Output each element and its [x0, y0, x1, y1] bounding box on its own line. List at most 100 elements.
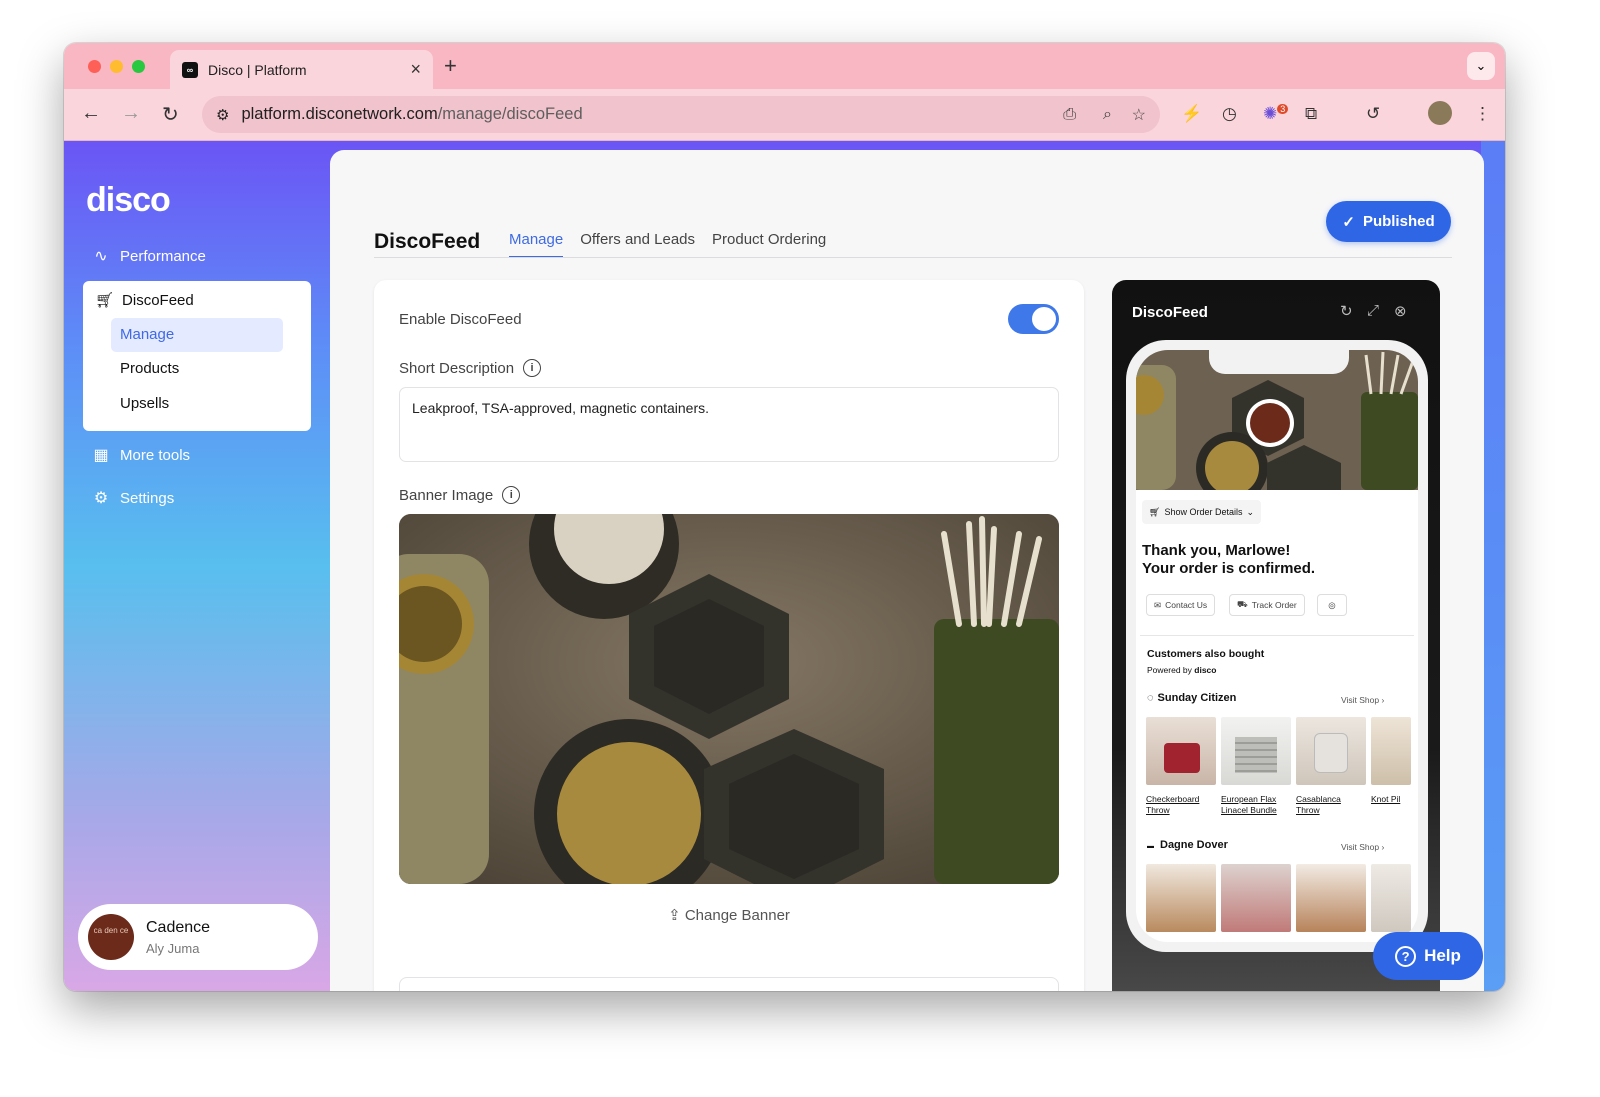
tab-product-ordering[interactable]: Product Ordering	[712, 231, 826, 258]
product-image[interactable]	[1146, 717, 1216, 785]
mail-icon: ✉	[1154, 599, 1162, 610]
account-switcher[interactable]: ca den ce Cadence Aly Juma	[78, 904, 318, 970]
published-button[interactable]: ✓ Published	[1326, 201, 1451, 242]
product-image[interactable]	[1296, 864, 1366, 932]
nav-settings[interactable]: ⚙ Settings	[92, 488, 174, 508]
visit-shop-link[interactable]: Visit Shop ›	[1341, 842, 1384, 852]
install-app-icon[interactable]: ⎙	[1063, 106, 1076, 124]
reload-icon[interactable]: ↻	[162, 102, 179, 127]
nav-more-tools-label: More tools	[120, 446, 191, 464]
product-image[interactable]	[1146, 864, 1216, 932]
minimize-window-button[interactable]	[110, 60, 123, 73]
show-order-details-button[interactable]: 🛒︎ Show Order Details ⌄	[1142, 500, 1262, 524]
more-menu-icon[interactable]: ⋮	[1474, 104, 1491, 124]
nav-manage[interactable]: Manage	[111, 318, 283, 352]
account-user: Aly Juma	[146, 941, 200, 956]
nav-discofeed-label: DiscoFeed	[122, 291, 194, 309]
enable-discofeed-toggle[interactable]	[1008, 304, 1059, 334]
short-description-field[interactable]: Leakproof, TSA-approved, magnetic contai…	[399, 387, 1059, 462]
settings-card: Enable DiscoFeed Short Description i Leak…	[374, 280, 1084, 991]
main-panel: DiscoFeed Manage Offers and Leads Produc…	[330, 150, 1484, 991]
product-label[interactable]: Checkerboard Throw	[1146, 794, 1216, 816]
expand-icon[interactable]: ⤢	[1367, 302, 1379, 319]
change-banner-button[interactable]: ⇪ Change Banner	[374, 906, 1084, 924]
new-tab-button[interactable]: +	[444, 53, 457, 79]
extension-bolt-icon[interactable]: ⚡	[1181, 104, 1202, 124]
preview-title: DiscoFeed	[1132, 304, 1208, 321]
disco-logo[interactable]: disco	[86, 181, 171, 220]
close-tab-icon[interactable]: ×	[410, 59, 421, 80]
account-name: Cadence	[146, 919, 211, 936]
truck-icon: ⛟	[1237, 599, 1248, 609]
visit-shop-label: Visit Shop	[1341, 842, 1380, 852]
contact-us-label: Contact Us	[1165, 600, 1208, 610]
banner-image-heading: Banner Image i	[399, 486, 521, 504]
upload-icon: ⇪	[668, 907, 685, 924]
also-bought-heading: Customers also bought	[1147, 648, 1265, 660]
enable-label: Enable DiscoFeed	[399, 311, 522, 328]
info-icon[interactable]: i	[502, 486, 521, 504]
help-question-icon: ?	[1395, 945, 1417, 967]
banner-product-photo	[399, 514, 1059, 884]
nav-products[interactable]: Products	[111, 352, 283, 386]
refresh-icon[interactable]: ↻	[1340, 302, 1353, 320]
nav-more-tools[interactable]: ▦ More tools	[92, 445, 190, 465]
maximize-window-button[interactable]	[132, 60, 145, 73]
browser-window: ∞ Disco | Platform × + ⌄ ← → ↻ ⚙ platfor…	[64, 43, 1505, 991]
chevron-down-icon: ⌄	[1246, 506, 1255, 517]
nav-upsells[interactable]: Upsells	[111, 387, 283, 421]
visit-shop-label: Visit Shop	[1341, 695, 1380, 705]
close-preview-icon[interactable]: ⊗	[1394, 302, 1407, 320]
product-image[interactable]	[1371, 864, 1411, 932]
dagne-dover-logo-icon: ▬	[1147, 843, 1154, 850]
phone-notch	[1209, 350, 1349, 374]
order-confirmed-text: Your order is confirmed.	[1142, 560, 1316, 577]
extensions-puzzle-icon[interactable]: ⧉	[1305, 104, 1317, 124]
powered-by: Powered by disco	[1147, 665, 1216, 675]
show-order-details-label: Show Order Details	[1164, 507, 1243, 517]
url-path: /manage/discoFeed	[437, 105, 583, 123]
zoom-icon[interactable]: ⌕	[1103, 106, 1112, 124]
product-image[interactable]	[1296, 717, 1366, 785]
visit-shop-link[interactable]: Visit Shop ›	[1341, 695, 1384, 705]
shop-dagne-dover: ▬ Dagne Dover	[1147, 839, 1228, 851]
tab-manage[interactable]: Manage	[509, 231, 564, 258]
product-label[interactable]: Knot Pil	[1371, 794, 1411, 805]
contact-us-button[interactable]: ✉ Contact Us	[1146, 594, 1216, 616]
nav-settings-label: Settings	[120, 489, 175, 507]
instagram-button[interactable]: ◎	[1317, 594, 1347, 616]
shop2-name: Dagne Dover	[1160, 839, 1228, 851]
right-gradient-strip	[1481, 141, 1505, 991]
history-icon[interactable]: ↺	[1366, 104, 1380, 124]
product-image[interactable]	[1371, 717, 1411, 785]
help-button[interactable]: ? Help	[1373, 932, 1483, 980]
shop-sunday-citizen: ◌ Sunday Citizen	[1147, 692, 1236, 704]
nav-performance[interactable]: ∿ Performance	[92, 246, 206, 266]
site-settings-icon[interactable]: ⚙	[216, 106, 229, 124]
track-order-button[interactable]: ⛟ Track Order	[1229, 594, 1305, 616]
address-bar[interactable]: ⚙ platform.disconetwork.com/manage/disco…	[202, 96, 1160, 133]
product-label[interactable]: European Flax Linacel Bundle	[1221, 794, 1291, 816]
back-arrow-icon[interactable]: ←	[81, 102, 101, 125]
bookmark-star-icon[interactable]: ☆	[1132, 105, 1146, 125]
extension-clock-icon[interactable]: ◷	[1222, 104, 1237, 124]
nav-discofeed[interactable]: 🛒︎ DiscoFeed	[95, 291, 194, 310]
tab-search-chevron-icon[interactable]: ⌄	[1467, 52, 1495, 80]
published-label: Published	[1362, 213, 1435, 230]
browser-tab[interactable]: ∞ Disco | Platform ×	[170, 50, 433, 89]
phone-mockup: 🛒︎ Show Order Details ⌄ Thank you, Marlowe…	[1126, 340, 1428, 952]
tab-offers-and-leads[interactable]: Offers and Leads	[580, 231, 695, 258]
thank-you-text: Thank you, Marlowe!	[1142, 542, 1291, 559]
gear-icon: ⚙	[93, 490, 109, 507]
forward-arrow-icon[interactable]: →	[121, 102, 141, 125]
close-window-button[interactable]	[88, 60, 101, 73]
extension-sparkle-icon[interactable]: ✺ 3	[1263, 104, 1289, 124]
profile-avatar[interactable]	[1428, 101, 1452, 125]
nav-performance-label: Performance	[120, 247, 206, 265]
product-label[interactable]: Casablanca Throw	[1296, 794, 1366, 816]
tab-title: Disco | Platform	[208, 61, 307, 78]
tabs-divider	[374, 257, 1452, 258]
product-image[interactable]	[1221, 864, 1291, 932]
info-icon[interactable]: i	[523, 359, 542, 377]
product-image[interactable]	[1221, 717, 1291, 785]
